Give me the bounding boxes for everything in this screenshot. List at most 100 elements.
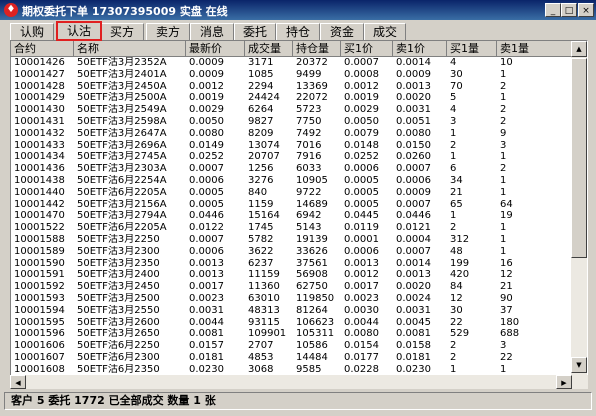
tab-7[interactable]: 资金 — [320, 23, 364, 40]
table-cell: 0.0007 — [189, 163, 224, 175]
table-row[interactable]: 10001428 50ETF沽3月2450A 0.0012 2294 13369 0.00… — [11, 81, 572, 93]
table-cell: 0.0121 — [396, 222, 431, 234]
table-row[interactable]: 10001434 50ETF沽3月2745A 0.0252 20707 7916 0.02… — [11, 151, 572, 163]
table-row[interactable]: 10001607 50ETF沽6月2300 0.0181 4853 14484 0.017… — [11, 352, 572, 364]
table-cell: 11360 — [248, 281, 280, 293]
table-cell: 0.0252 — [189, 151, 224, 163]
table-cell: 0.0181 — [189, 352, 224, 363]
vertical-scrollbar[interactable]: ▲ ▼ — [571, 41, 587, 387]
table-row[interactable]: 10001427 50ETF沽3月2401A 0.0009 1085 9499 0.000… — [11, 69, 572, 81]
table-cell: 0.0029 — [189, 104, 224, 116]
tab-bar: 认购 认沽 买方 卖方 消息 委托 持仓 资金 成交 — [8, 21, 588, 41]
table-row[interactable]: 10001431 50ETF沽3月2598A 0.0050 9827 7750 0.005… — [11, 116, 572, 128]
table-row[interactable]: 10001442 50ETF沽3月2156A 0.0005 1159 14689 0.00… — [11, 199, 572, 211]
column-header[interactable]: 卖1价 — [393, 41, 447, 57]
table-row[interactable]: 10001592 50ETF沽3月2450 0.0017 11360 62750 0.00… — [11, 281, 572, 293]
table-row[interactable]: 10001589 50ETF沽3月2300 0.0006 3622 33626 0.000… — [11, 246, 572, 258]
table-cell: 0.0260 — [396, 151, 431, 163]
arrow-up-icon[interactable]: ▲ — [571, 41, 587, 57]
table-cell: 0.0029 — [344, 104, 379, 116]
table-cell: 2 — [500, 116, 507, 127]
table-cell: 0.0446 — [396, 210, 431, 222]
table-cell: 0.0044 — [189, 316, 224, 328]
table-cell: 90 — [500, 293, 513, 304]
table-cell: 2 — [500, 163, 507, 175]
table-row[interactable]: 10001588 50ETF沽3月2250 0.0007 5782 19139 0.000… — [11, 234, 572, 246]
tab-4[interactable]: 消息 — [190, 23, 234, 40]
table-row[interactable]: 10001591 50ETF沽3月2400 0.0013 11159 56908 0.00… — [11, 269, 572, 281]
table-cell: 0.0445 — [344, 210, 379, 222]
tab-5[interactable]: 委托 — [234, 23, 276, 40]
table-cell: 0.0005 — [189, 198, 224, 210]
table-cell: 5143 — [296, 222, 322, 234]
column-header[interactable]: 卖1量 — [497, 41, 572, 57]
table-cell: 50ETF沽3月2745A — [77, 151, 167, 163]
tab-6[interactable]: 持仓 — [276, 23, 320, 40]
table-row[interactable]: 10001436 50ETF沽3月2303A 0.0007 1256 6033 0.000… — [11, 163, 572, 175]
table-cell: 6942 — [296, 210, 322, 222]
table-row[interactable]: 10001426 50ETF沽3月2352A 0.0009 3171 20372 0.00… — [11, 57, 572, 69]
table-row[interactable]: 10001432 50ETF沽3月2647A 0.0080 8209 7492 0.007… — [11, 128, 572, 140]
table-cell: 50ETF沽3月2549A — [77, 104, 167, 116]
table-cell: 0.0119 — [344, 222, 379, 234]
table-cell: 2 — [500, 80, 507, 92]
close-button[interactable]: × — [578, 3, 594, 17]
table-cell: 2 — [450, 352, 457, 363]
table-row[interactable]: 10001470 50ETF沽3月2794A 0.0446 15164 6942 0.04… — [11, 210, 572, 222]
arrow-left-icon[interactable]: ◀ — [10, 375, 26, 389]
table-row[interactable]: 10001440 50ETF沽6月2205A 0.0005 840 9722 0.0005… — [11, 187, 572, 199]
table-cell: 0.0177 — [344, 352, 379, 363]
table-row[interactable]: 10001430 50ETF沽3月2549A 0.0029 6264 5723 0.002… — [11, 104, 572, 116]
table-cell: 62750 — [296, 281, 328, 293]
table-cell: 10001438 — [14, 175, 65, 186]
table-cell: 10001590 — [14, 257, 65, 269]
table-cell: 50ETF沽3月2401A — [77, 68, 167, 80]
column-header[interactable]: 买1量 — [447, 41, 497, 57]
table-row[interactable]: 10001594 50ETF沽3月2550 0.0031 48313 81264 0.00… — [11, 305, 572, 317]
column-header[interactable]: 名称 — [74, 41, 186, 57]
tab-1[interactable]: 认沽 — [56, 21, 102, 41]
column-header[interactable]: 最新价 — [186, 41, 245, 57]
table-cell: 0.0031 — [189, 304, 224, 316]
table-cell: 0.0009 — [189, 68, 224, 80]
tab-8[interactable]: 成交 — [364, 23, 406, 40]
scroll-thumb[interactable] — [571, 58, 587, 258]
table-row[interactable]: 10001596 50ETF沽3月2650 0.0081 109901 105311 0.… — [11, 328, 572, 340]
minimize-button[interactable]: _ — [545, 3, 561, 17]
column-header[interactable]: 合约 — [11, 41, 74, 57]
table-row[interactable]: 10001522 50ETF沽6月2205A 0.0122 1745 5143 0.011… — [11, 222, 572, 234]
tab-2[interactable]: 买方 — [100, 23, 144, 40]
table-cell: 420 — [450, 269, 470, 281]
column-header[interactable]: 持仓量 — [293, 41, 341, 57]
table-row[interactable]: 10001595 50ETF沽3月2600 0.0044 93115 106623 0.0… — [11, 317, 572, 329]
table-cell: 1 — [450, 151, 457, 163]
maximize-button[interactable]: □ — [561, 3, 577, 17]
tab-0[interactable]: 认购 — [10, 23, 54, 40]
table-cell: 0.0014 — [396, 57, 431, 68]
table-row[interactable]: 10001590 50ETF沽3月2350 0.0013 6237 37561 0.001… — [11, 258, 572, 270]
table-cell: 0.0017 — [189, 281, 224, 293]
horizontal-scrollbar[interactable]: ◀ ▶ — [10, 375, 588, 389]
table-row[interactable]: 10001606 50ETF沽6月2250 0.0157 2707 10586 0.015… — [11, 340, 572, 352]
app-logo-icon[interactable]: ♦ — [4, 3, 18, 17]
column-header[interactable]: 买1价 — [341, 41, 393, 57]
table-row[interactable]: 10001433 50ETF沽3月2696A 0.0149 13074 7016 0.01… — [11, 140, 572, 152]
table-cell: 10001440 — [14, 186, 65, 198]
table-cell: 9499 — [296, 68, 322, 80]
tab-3[interactable]: 卖方 — [146, 23, 190, 40]
table-row[interactable]: 10001429 50ETF沽3月2500A 0.0019 24424 22072 0.0… — [11, 92, 572, 104]
table-cell: 688 — [500, 328, 520, 340]
table-row[interactable]: 10001438 50ETF沽6月2254A 0.0006 3276 10905 0.00… — [11, 175, 572, 187]
table-cell: 12 — [450, 293, 463, 304]
table-cell: 10586 — [296, 340, 328, 352]
table-cell: 50ETF沽6月2254A — [77, 175, 167, 186]
arrow-down-icon[interactable]: ▼ — [571, 357, 587, 373]
table-cell: 1 — [500, 186, 507, 198]
arrow-right-icon[interactable]: ▶ — [556, 375, 572, 389]
table-row[interactable]: 10001593 50ETF沽3月2500 0.0023 63010 119850 0.0… — [11, 293, 572, 305]
column-header[interactable]: 成交量 — [245, 41, 293, 57]
table-cell: 3068 — [248, 363, 274, 375]
table-cell: 0.0181 — [396, 352, 431, 363]
table-row[interactable]: 10001608 50ETF沽6月2350 0.0230 3068 9585 0.0228… — [11, 364, 572, 376]
table-cell: 1085 — [248, 68, 274, 80]
